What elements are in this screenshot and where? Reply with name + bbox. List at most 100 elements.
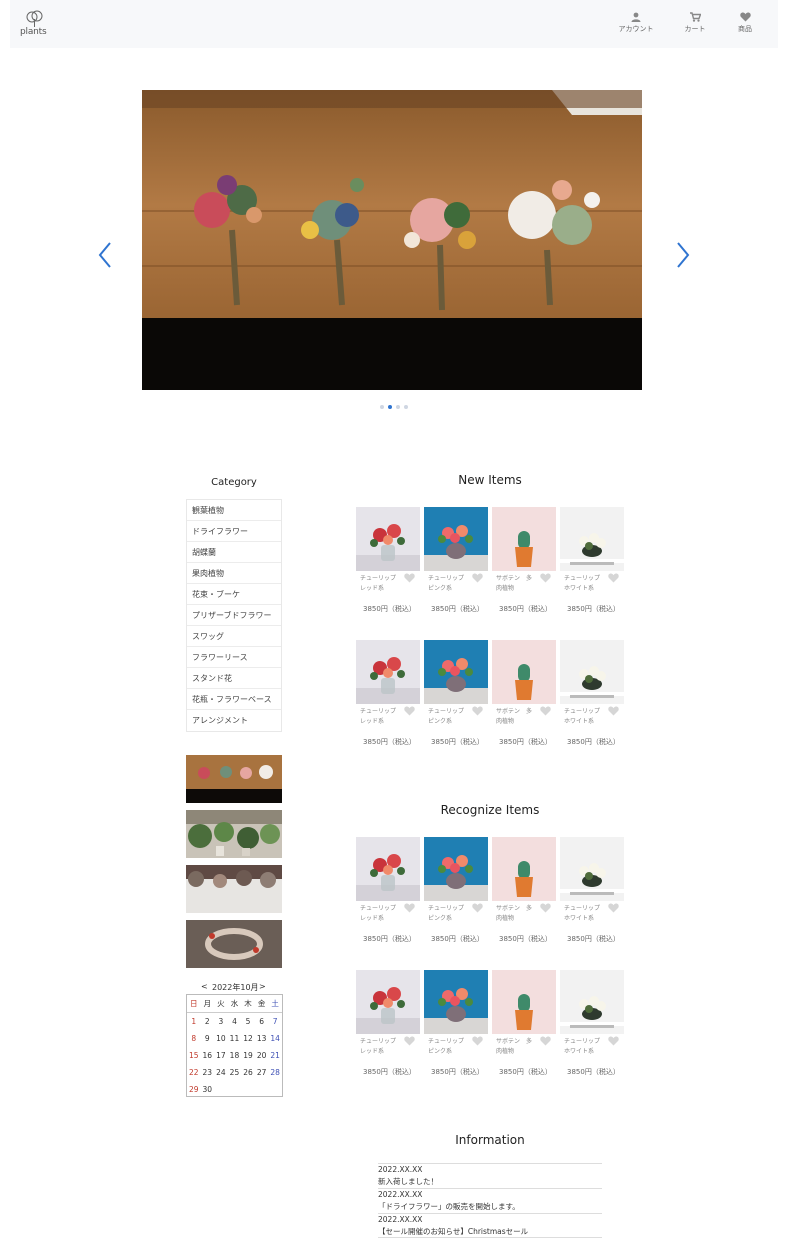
favorite-heart-icon[interactable] [608,706,619,716]
category-item[interactable]: スワッグ [187,626,281,647]
product-image[interactable] [356,640,420,704]
product-card[interactable]: チューリップ ホワイト系 3850円（税込） [560,640,624,748]
favorite-heart-icon[interactable] [608,1036,619,1046]
product-card[interactable]: チューリップ レッド系 3850円（税込） [356,640,420,748]
product-card[interactable]: チューリップ ピンク系 3850円（税込） [424,507,488,615]
product-image[interactable] [560,640,624,704]
favorite-heart-icon[interactable] [540,903,551,913]
carousel-dot-active[interactable] [388,405,392,409]
calendar-day[interactable]: 6 [255,1013,269,1030]
category-item[interactable]: 花瓶・フラワーベース [187,689,281,710]
product-name[interactable]: チューリップ レッド系 [360,904,396,924]
dried-flowers-banner[interactable] [186,865,282,913]
product-image[interactable] [424,507,488,571]
product-image[interactable] [560,970,624,1034]
calendar-day[interactable]: 1 [187,1013,201,1030]
category-item[interactable]: スタンド花 [187,668,281,689]
favorite-heart-icon[interactable] [608,903,619,913]
product-name[interactable]: チューリップ レッド系 [360,707,396,727]
calendar-day[interactable]: 19 [241,1047,255,1064]
category-item[interactable]: 胡蝶蘭 [187,542,281,563]
product-name[interactable]: チューリップ ホワイト系 [564,1037,600,1057]
product-image[interactable] [492,970,556,1034]
product-name[interactable]: サボテン 多 肉植物 [496,574,532,594]
carousel-dot[interactable] [404,405,408,409]
product-name[interactable]: サボテン 多 肉植物 [496,904,532,924]
calendar-day[interactable]: 10 [214,1030,228,1047]
product-image[interactable] [560,837,624,901]
product-name[interactable]: チューリップ ピンク系 [428,574,464,594]
calendar-day[interactable]: 25 [228,1064,242,1081]
favorite-heart-icon[interactable] [540,573,551,583]
product-image[interactable] [356,970,420,1034]
product-card[interactable]: サボテン 多 肉植物 3850円（税込） [492,837,556,945]
calendar-prev-button[interactable]: < [201,982,208,991]
product-card[interactable]: チューリップ ホワイト系 3850円（税込） [560,970,624,1078]
favorite-heart-icon[interactable] [472,573,483,583]
calendar-day[interactable]: 8 [187,1030,201,1047]
calendar-day[interactable]: 26 [241,1064,255,1081]
calendar-day[interactable]: 13 [255,1030,269,1047]
carousel-dot[interactable] [380,405,384,409]
calendar-day[interactable]: 30 [201,1081,215,1098]
product-card[interactable]: チューリップ レッド系 3850円（税込） [356,837,420,945]
information-item[interactable]: 2022.XX.XX 「ドライフラワー」の販売を開始します。 [378,1188,602,1213]
category-item[interactable]: 花束・ブーケ [187,584,281,605]
calendar-day[interactable]: 2 [201,1013,215,1030]
calendar-day[interactable]: 20 [255,1047,269,1064]
calendar-day[interactable]: 3 [214,1013,228,1030]
calendar-day[interactable]: 17 [214,1047,228,1064]
calendar-day[interactable]: 4 [228,1013,242,1030]
product-name[interactable]: チューリップ ホワイト系 [564,707,600,727]
favorite-heart-icon[interactable] [540,706,551,716]
category-item[interactable]: 果肉植物 [187,563,281,584]
category-item[interactable]: フラワーリース [187,647,281,668]
calendar-day[interactable]: 7 [268,1013,282,1030]
calendar-day[interactable]: 21 [268,1047,282,1064]
product-card[interactable]: サボテン 多 肉植物 3850円（税込） [492,640,556,748]
calendar-next-button[interactable]: > [259,982,266,991]
product-name[interactable]: チューリップ ホワイト系 [564,574,600,594]
product-image[interactable] [424,970,488,1034]
product-name[interactable]: チューリップ レッド系 [360,574,396,594]
calendar-day[interactable]: 29 [187,1081,201,1098]
carousel-dot[interactable] [396,405,400,409]
favorite-heart-icon[interactable] [404,706,415,716]
flower-bouquets-banner[interactable] [186,755,282,803]
potted-plants-banner[interactable] [186,810,282,858]
calendar-day[interactable]: 11 [228,1030,242,1047]
product-name[interactable]: チューリップ ピンク系 [428,707,464,727]
calendar-day[interactable]: 5 [241,1013,255,1030]
product-name[interactable]: チューリップ ピンク系 [428,1037,464,1057]
nav-favorites[interactable]: 商品 [723,12,767,40]
product-image[interactable] [356,507,420,571]
calendar-day[interactable]: 22 [187,1064,201,1081]
product-image[interactable] [492,507,556,571]
product-name[interactable]: チューリップ ピンク系 [428,904,464,924]
product-card[interactable]: チューリップ ホワイト系 3850円（税込） [560,507,624,615]
calendar-day[interactable]: 9 [201,1030,215,1047]
category-item[interactable]: ドライフラワー [187,521,281,542]
calendar-day[interactable]: 15 [187,1047,201,1064]
calendar-day[interactable]: 28 [268,1064,282,1081]
calendar-day[interactable]: 14 [268,1030,282,1047]
product-card[interactable]: チューリップ ホワイト系 3850円（税込） [560,837,624,945]
product-card[interactable]: チューリップ レッド系 3850円（税込） [356,507,420,615]
product-card[interactable]: チューリップ ピンク系 3850円（税込） [424,837,488,945]
favorite-heart-icon[interactable] [472,706,483,716]
carousel-next-chevron-icon[interactable] [672,240,692,270]
product-name[interactable]: チューリップ レッド系 [360,1037,396,1057]
favorite-heart-icon[interactable] [404,573,415,583]
calendar-day[interactable]: 18 [228,1047,242,1064]
carousel-prev-chevron-icon[interactable] [96,240,116,270]
calendar-day[interactable]: 12 [241,1030,255,1047]
product-image[interactable] [492,837,556,901]
calendar-day[interactable]: 24 [214,1064,228,1081]
favorite-heart-icon[interactable] [404,1036,415,1046]
hero-carousel-image[interactable] [142,90,642,390]
category-item[interactable]: 観葉植物 [187,500,281,521]
product-image[interactable] [424,640,488,704]
product-name[interactable]: サボテン 多 肉植物 [496,707,532,727]
product-image[interactable] [356,837,420,901]
product-card[interactable]: チューリップ ピンク系 3850円（税込） [424,970,488,1078]
